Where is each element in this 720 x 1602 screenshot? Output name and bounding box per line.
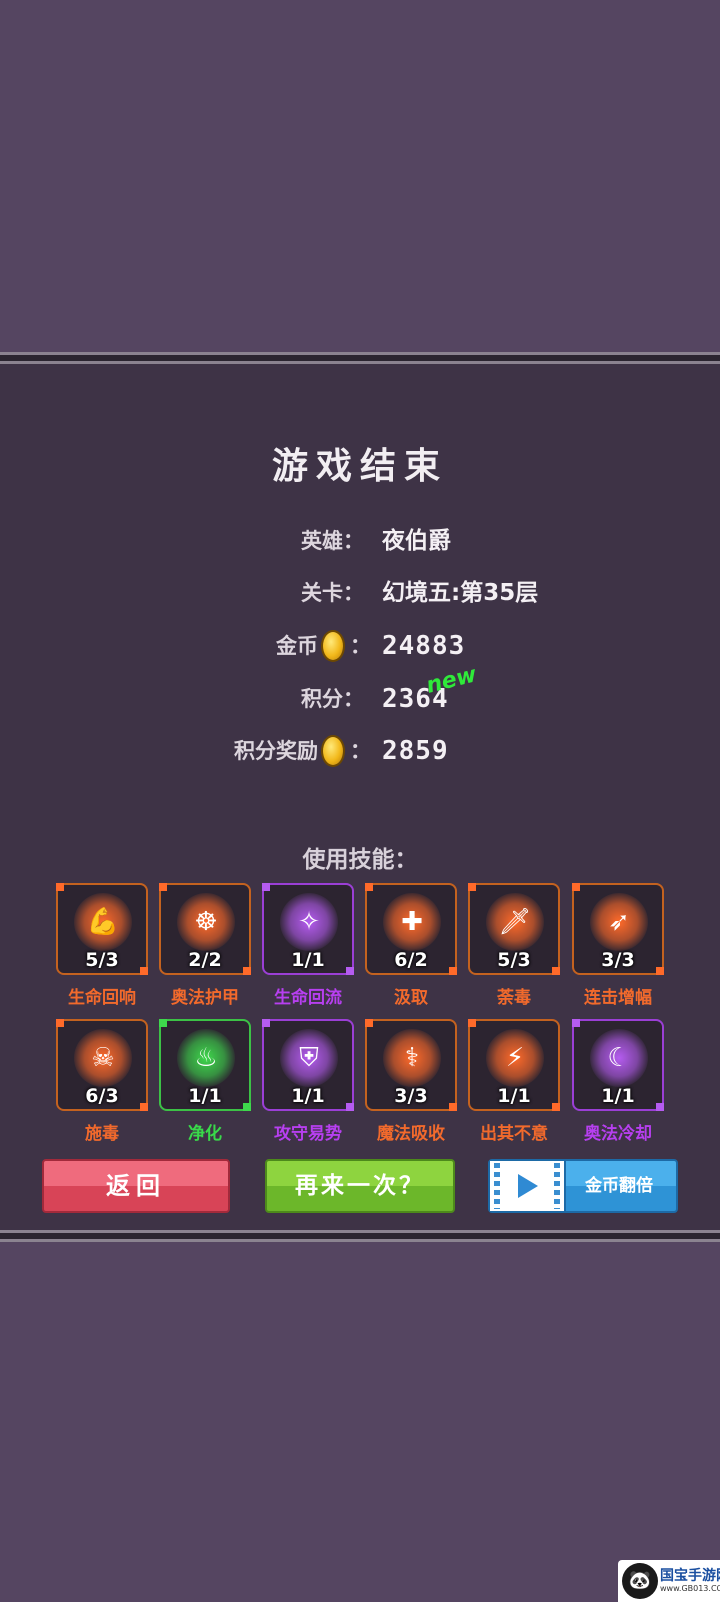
level-value: 幻境五:第35层 — [382, 580, 539, 606]
green-flame-icon: ♨ — [194, 1043, 218, 1073]
play-icon — [518, 1174, 538, 1198]
tile-corner — [159, 1019, 167, 1027]
skill-name: 攻守易势 — [274, 1124, 342, 1144]
skill-tile[interactable]: ☠ 6/3 — [56, 1019, 148, 1111]
muscle-arm-icon: 💪 — [86, 907, 120, 937]
play-again-button[interactable]: 再来一次？ — [265, 1159, 455, 1213]
skull-icon: ☠ — [91, 1043, 115, 1073]
running-figure-icon: ➶ — [608, 907, 630, 937]
dash-strike-icon: ⚡ — [505, 1043, 525, 1073]
tile-corner — [262, 1019, 270, 1027]
game-over-title: 游戏结束 — [271, 446, 448, 487]
skill-name: 出其不意 — [480, 1124, 548, 1144]
shield-icon: ⛨ — [299, 1043, 319, 1073]
watermark-url: www.GB013.COM — [660, 1584, 720, 1593]
skill-count: 6/2 — [394, 949, 428, 971]
skill-count: 1/1 — [188, 1085, 222, 1107]
score-label: 积分： — [301, 687, 364, 711]
skill-tile[interactable]: ☾ 1/1 — [572, 1019, 664, 1111]
reward-colon: ： — [350, 739, 371, 763]
back-button[interactable]: 返回 — [42, 1159, 230, 1213]
skill-name: 生命回响 — [68, 988, 136, 1008]
tile-corner — [572, 883, 580, 891]
reward-value: 2859 — [382, 736, 449, 766]
medical-cross-icon: ✚ — [401, 907, 423, 937]
watermark-text: 国宝手游网 — [660, 1568, 720, 1584]
reward-label: 积分奖励 — [234, 739, 318, 763]
panda-logo-icon: 🐼 — [622, 1563, 658, 1599]
skill-name: 净化 — [188, 1124, 222, 1144]
skill-count: 2/2 — [188, 949, 222, 971]
skill-tile[interactable]: ⚕ 3/3 — [365, 1019, 457, 1111]
skill-name: 生命回流 — [274, 988, 342, 1008]
skill-count: 1/1 — [601, 1085, 635, 1107]
tile-corner — [365, 883, 373, 891]
tile-corner — [572, 1019, 580, 1027]
tile-corner — [56, 1019, 64, 1027]
double-gold-button[interactable]: 金币翻倍 — [488, 1159, 678, 1213]
skill-tile[interactable]: ♨ 1/1 — [159, 1019, 251, 1111]
tile-corner — [468, 1019, 476, 1027]
gold-row: 金币 ： 24883 — [0, 626, 720, 666]
skill-count: 5/3 — [85, 949, 119, 971]
hero-label: 英雄： — [301, 529, 364, 553]
gold-coin-icon — [323, 632, 343, 660]
level-row: 关卡： 幻境五:第35层 — [0, 573, 720, 613]
hero-row: 英雄： 夜伯爵 — [0, 521, 720, 561]
skill-tile[interactable]: ☸ 2/2 — [159, 883, 251, 975]
sword-icon: 🗡 — [498, 907, 532, 937]
skill-name: 魔法吸收 — [377, 1124, 445, 1144]
skill-name: 施毒 — [85, 1124, 119, 1144]
skill-name: 荼毒 — [497, 988, 531, 1008]
skill-count: 5/3 — [497, 949, 531, 971]
skill-name: 汲取 — [394, 988, 428, 1008]
gold-label: 金币 — [276, 634, 318, 658]
panel-bottom-border — [0, 1230, 720, 1242]
crescent-moon-icon: ☾ — [607, 1043, 631, 1073]
caduceus-icon: ⚕ — [404, 1043, 420, 1073]
tile-corner — [365, 1019, 373, 1027]
hero-value: 夜伯爵 — [382, 528, 451, 554]
level-label: 关卡： — [301, 581, 364, 605]
skill-name: 奥法护甲 — [171, 988, 239, 1008]
skill-count: 1/1 — [291, 949, 325, 971]
skill-count: 3/3 — [394, 1085, 428, 1107]
tile-corner — [468, 883, 476, 891]
skills-heading: 使用技能： — [302, 847, 418, 873]
skill-count: 3/3 — [601, 949, 635, 971]
site-watermark: 🐼 国宝手游网 www.GB013.COM — [618, 1560, 720, 1602]
skill-tile[interactable]: 💪 5/3 — [56, 883, 148, 975]
reward-row: 积分奖励 ： 2859 — [0, 731, 720, 771]
meditating-figure-icon: ☸ — [194, 907, 218, 937]
panel-top-border — [0, 352, 720, 364]
skill-tile[interactable]: 🗡 5/3 — [468, 883, 560, 975]
skill-tile[interactable]: ✚ 6/2 — [365, 883, 457, 975]
video-ad-icon — [490, 1161, 566, 1211]
skill-name: 连击增幅 — [584, 988, 652, 1008]
score-row: 积分： 2364 — [0, 679, 720, 719]
skill-tile[interactable]: ⚡ 1/1 — [468, 1019, 560, 1111]
gold-colon: ： — [350, 634, 371, 658]
skill-count: 6/3 — [85, 1085, 119, 1107]
skill-count: 1/1 — [497, 1085, 531, 1107]
tile-corner — [159, 883, 167, 891]
double-gold-label: 金币翻倍 — [585, 1176, 653, 1196]
skill-tile[interactable]: ➶ 3/3 — [572, 883, 664, 975]
gold-value: 24883 — [382, 631, 466, 661]
skill-count: 1/1 — [291, 1085, 325, 1107]
skill-tile[interactable]: ⛨ 1/1 — [262, 1019, 354, 1111]
skill-tile[interactable]: ✧ 1/1 — [262, 883, 354, 975]
tile-corner — [56, 883, 64, 891]
winged-figure-icon: ✧ — [298, 907, 320, 937]
skill-name: 奥法冷却 — [584, 1124, 652, 1144]
tile-corner — [262, 883, 270, 891]
reward-coin-icon — [323, 737, 343, 765]
